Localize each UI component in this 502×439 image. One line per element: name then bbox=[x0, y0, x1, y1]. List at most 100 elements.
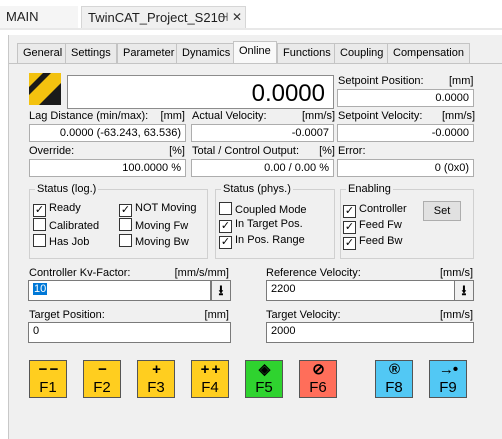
feed-fw-checkbox[interactable]: ✓ Feed Fw bbox=[343, 219, 402, 234]
home-icon: →• bbox=[438, 361, 458, 378]
control-output-value: 0.00 / 0.00 % bbox=[191, 159, 334, 177]
close-icon[interactable]: ✕ bbox=[232, 10, 242, 24]
target-position-label: Target Position: bbox=[29, 309, 105, 321]
pin-icon[interactable]: ⊣ bbox=[218, 10, 228, 24]
error-label: Error: bbox=[338, 145, 366, 157]
start-icon: ◈ bbox=[258, 361, 271, 378]
has-job-checkbox-box bbox=[33, 234, 46, 247]
tab-coupling[interactable]: Coupling bbox=[334, 43, 390, 63]
feed-bw-checkbox[interactable]: ✓ Feed Bw bbox=[343, 235, 402, 250]
f9-label: F9 bbox=[439, 379, 457, 396]
feed-bw-checkbox-label: Feed Bw bbox=[359, 235, 403, 247]
moving-fw-checkbox-box bbox=[119, 218, 132, 231]
tab-dynamics[interactable]: Dynamics bbox=[176, 43, 237, 63]
status-phys-title: Status (phys.) bbox=[221, 183, 293, 195]
f4-label: F4 bbox=[201, 379, 219, 396]
feed-fw-checkbox-label: Feed Fw bbox=[359, 219, 402, 231]
override-value: 100.0000 % bbox=[29, 159, 186, 177]
controller-enable-checkbox-label: Controller bbox=[359, 203, 407, 215]
reference-velocity-download-button[interactable]: ⭳ bbox=[454, 280, 474, 301]
target-velocity-unit: [mm/s] bbox=[440, 309, 473, 321]
target-position-input[interactable]: 0 bbox=[28, 322, 231, 343]
f1-label: F1 bbox=[39, 379, 57, 396]
doc-tab-main-label: MAIN bbox=[6, 9, 39, 24]
tab-settings[interactable]: Settings bbox=[65, 43, 117, 63]
f1-jog-fast-backward-button[interactable]: − − F1 bbox=[29, 360, 67, 398]
kv-factor-input[interactable]: 10 bbox=[28, 280, 211, 301]
actual-velocity-unit: [mm/s] bbox=[302, 110, 335, 122]
feed-fw-checkbox-box[interactable]: ✓ bbox=[343, 221, 356, 234]
in-target-pos-checkbox-box: ✓ bbox=[219, 220, 232, 233]
f3-jog-forward-button[interactable]: + F3 bbox=[137, 360, 175, 398]
actual-position-display: 0.0000 bbox=[67, 75, 334, 109]
tab-compensation[interactable]: Compensation bbox=[387, 43, 470, 63]
control-output-unit: [%] bbox=[319, 145, 335, 157]
not-moving-checkbox: ✓ NOT Moving bbox=[119, 202, 197, 217]
coupled-mode-checkbox: Coupled Mode bbox=[219, 202, 307, 216]
reset-icon: ® bbox=[388, 361, 400, 378]
lag-distance-value: 0.0000 (-63.243, 63.536) bbox=[29, 124, 186, 142]
calibrated-checkbox-label: Calibrated bbox=[49, 220, 100, 232]
error-value: 0 (0x0) bbox=[337, 159, 474, 177]
not-moving-checkbox-label: NOT Moving bbox=[135, 202, 197, 214]
setpoint-position-label: Setpoint Position: bbox=[338, 75, 424, 87]
doc-tab-project-label: TwinCAT_Project_S210 bbox=[88, 10, 226, 25]
control-output-label: Total / Control Output: bbox=[192, 145, 299, 157]
actual-velocity-value: -0.0007 bbox=[191, 124, 334, 142]
has-job-checkbox-label: Has Job bbox=[49, 236, 90, 248]
f8-label: F8 bbox=[385, 379, 403, 396]
f5-start-button[interactable]: ◈ F5 bbox=[245, 360, 283, 398]
in-pos-range-checkbox-box: ✓ bbox=[219, 236, 232, 249]
controller-enable-checkbox[interactable]: ✓ Controller bbox=[343, 203, 407, 218]
moving-bw-checkbox: Moving Bw bbox=[119, 234, 189, 248]
moving-fw-checkbox: Moving Fw bbox=[119, 218, 188, 232]
has-job-checkbox: Has Job bbox=[33, 234, 89, 248]
tab-general[interactable]: General bbox=[17, 43, 69, 63]
kv-factor-label: Controller Kv-Factor: bbox=[29, 267, 131, 279]
not-moving-checkbox-box: ✓ bbox=[119, 204, 132, 217]
controller-enable-checkbox-box[interactable]: ✓ bbox=[343, 205, 356, 218]
f2-jog-backward-button[interactable]: − F2 bbox=[83, 360, 121, 398]
status-log-title: Status (log.) bbox=[35, 183, 99, 195]
setpoint-velocity-label: Setpoint Velocity: bbox=[338, 110, 423, 122]
target-position-unit: [mm] bbox=[204, 309, 229, 321]
setpoint-velocity-value: -0.0000 bbox=[337, 124, 474, 142]
kv-factor-download-button[interactable]: ⭳ bbox=[211, 280, 231, 301]
f4-jog-fast-forward-button[interactable]: + + F4 bbox=[191, 360, 229, 398]
axis-online-panel: General Settings Parameter Dynamics Onli… bbox=[8, 35, 502, 439]
f6-stop-button[interactable]: ⊘ F6 bbox=[299, 360, 337, 398]
doc-tab-main[interactable]: MAIN bbox=[0, 6, 78, 28]
in-pos-range-checkbox-label: In Pos. Range bbox=[235, 234, 305, 246]
lag-distance-label: Lag Distance (min/max): bbox=[29, 110, 149, 122]
setpoint-position-value: 0.0000 bbox=[337, 89, 474, 107]
reference-velocity-unit: [mm/s] bbox=[440, 267, 473, 279]
calibrated-checkbox-box bbox=[33, 218, 46, 231]
jog-forward-icon: + bbox=[152, 361, 161, 378]
moving-fw-checkbox-label: Moving Fw bbox=[135, 220, 189, 232]
doc-tab-project[interactable]: TwinCAT_Project_S210 ⊣ ✕ bbox=[81, 6, 246, 28]
ready-checkbox-box: ✓ bbox=[33, 204, 46, 217]
document-tab-bar: MAIN TwinCAT_Project_S210 ⊣ ✕ bbox=[0, 0, 502, 30]
f3-label: F3 bbox=[147, 379, 165, 396]
jog-fast-forward-icon: + + bbox=[200, 361, 221, 378]
reference-velocity-input[interactable]: 2200 bbox=[266, 280, 455, 301]
in-target-pos-checkbox-label: In Target Pos. bbox=[235, 218, 303, 230]
f6-label: F6 bbox=[309, 379, 327, 396]
tab-parameter[interactable]: Parameter bbox=[117, 43, 181, 63]
kv-factor-input-value: 10 bbox=[33, 283, 48, 295]
feed-bw-checkbox-box[interactable]: ✓ bbox=[343, 237, 356, 250]
kv-factor-unit: [mm/s/mm] bbox=[174, 267, 229, 279]
f2-label: F2 bbox=[93, 379, 111, 396]
target-velocity-label: Target Velocity: bbox=[266, 309, 341, 321]
calibrated-checkbox: Calibrated bbox=[33, 218, 99, 232]
tab-functions[interactable]: Functions bbox=[277, 43, 337, 63]
actual-velocity-label: Actual Velocity: bbox=[192, 110, 267, 122]
f9-home-button[interactable]: →• F9 bbox=[429, 360, 467, 398]
setpoint-position-unit: [mm] bbox=[449, 75, 474, 87]
coupled-mode-checkbox-label: Coupled Mode bbox=[235, 204, 307, 216]
target-velocity-input[interactable]: 2000 bbox=[266, 322, 474, 343]
f8-reset-button[interactable]: ® F8 bbox=[375, 360, 413, 398]
tab-online[interactable]: Online bbox=[233, 41, 277, 64]
f5-label: F5 bbox=[255, 379, 273, 396]
set-button[interactable]: Set bbox=[423, 201, 461, 221]
